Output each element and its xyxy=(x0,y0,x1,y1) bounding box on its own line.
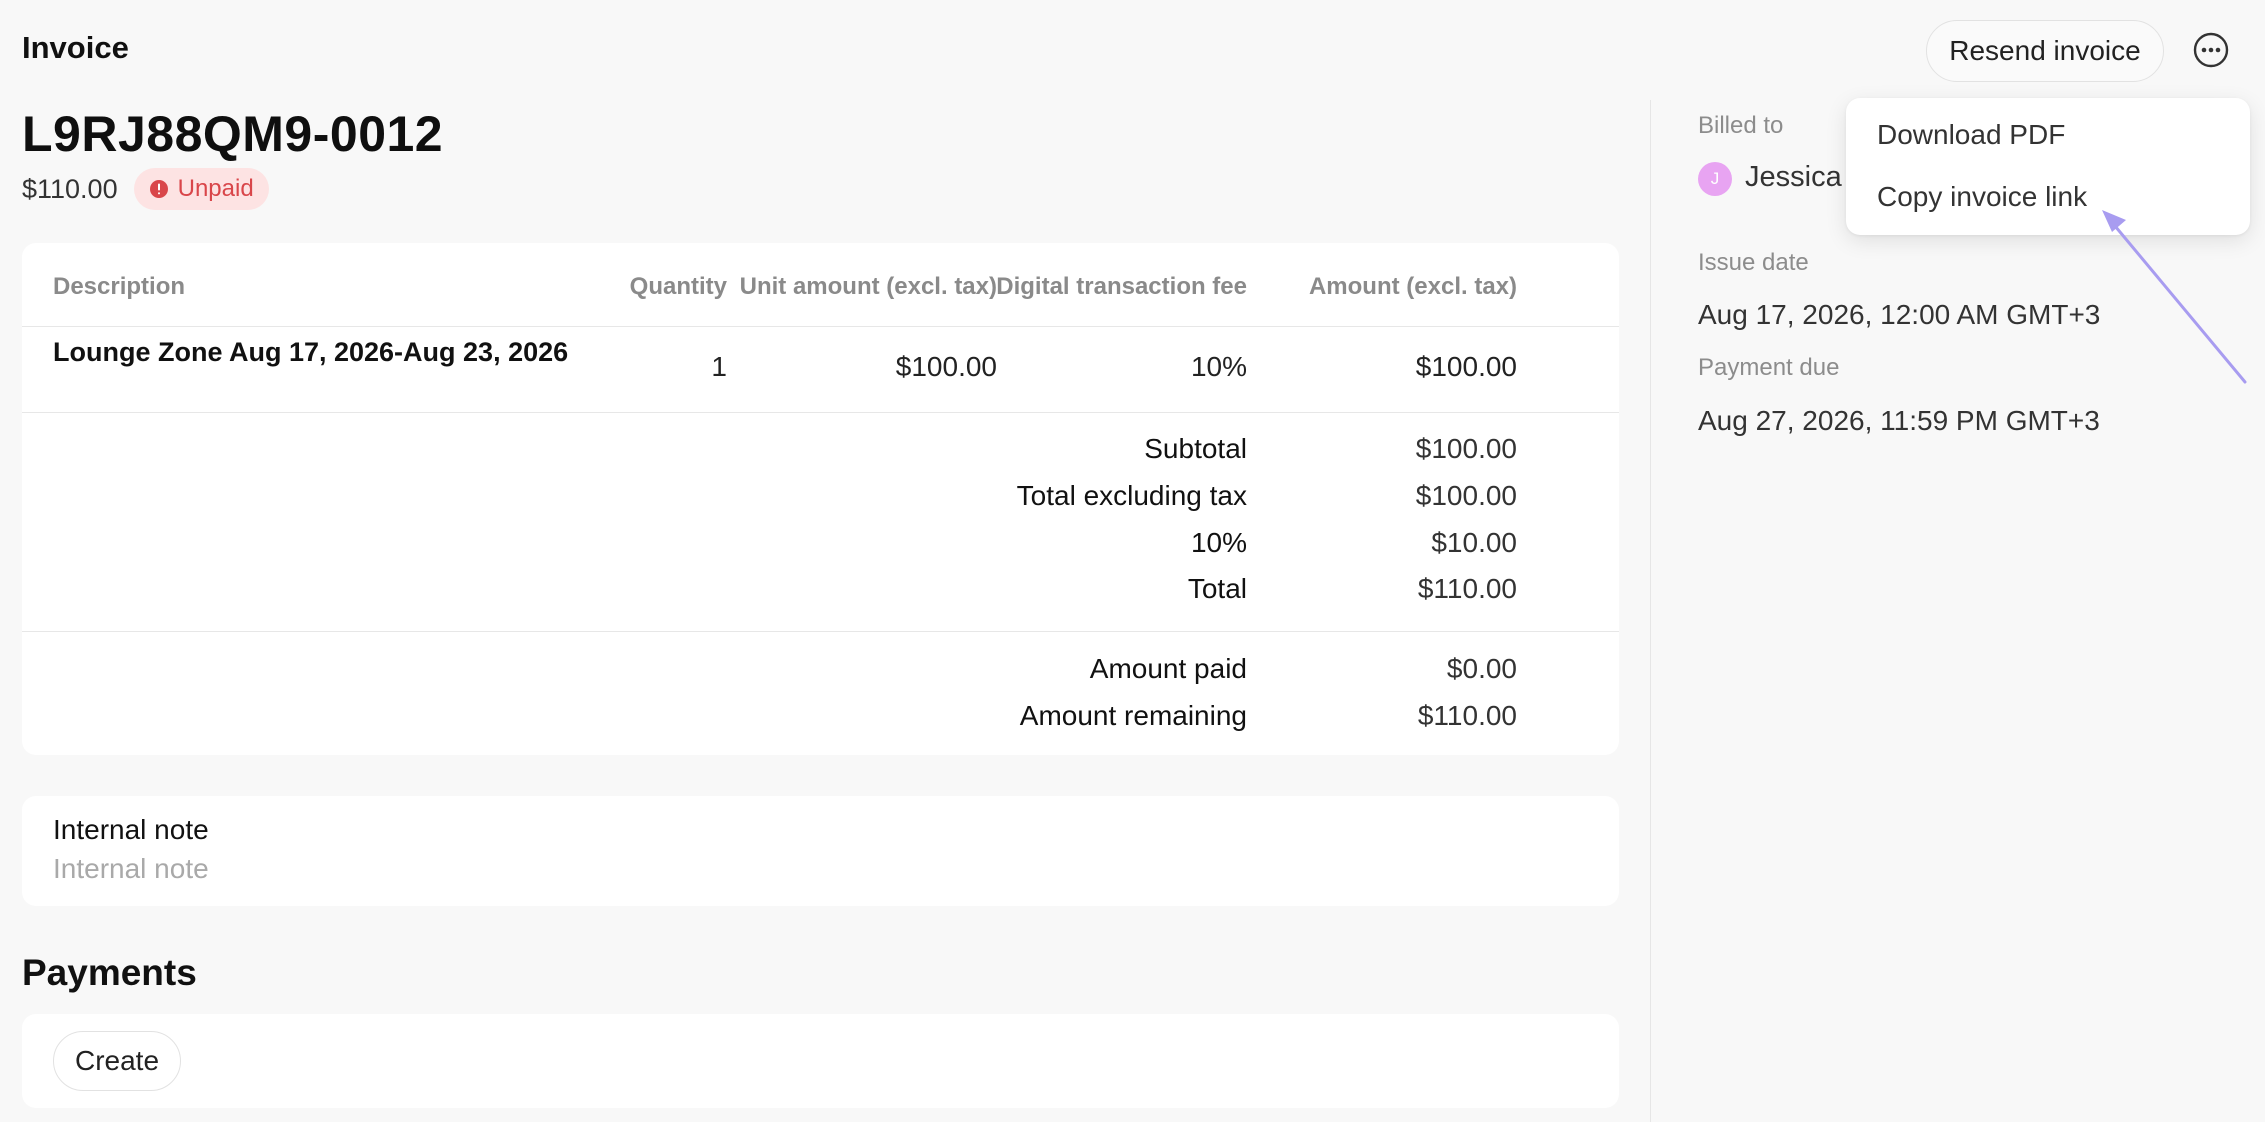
divider xyxy=(22,412,1619,413)
divider xyxy=(22,326,1619,327)
avatar: J xyxy=(1698,162,1732,196)
payments-heading: Payments xyxy=(22,952,197,993)
item-unit-amount: $100.00 xyxy=(895,351,997,382)
summary-value-amount-remaining: $110.00 xyxy=(1417,700,1517,731)
sidebar-divider xyxy=(1650,100,1651,1122)
summary-value-total-excl-tax: $100.00 xyxy=(1415,480,1517,511)
internal-note-input[interactable]: Internal note xyxy=(53,853,209,885)
invoice-page: Invoice Resend invoice L9RJ88QM9-0012 $1… xyxy=(0,0,2265,1122)
summary-label-total: Total xyxy=(1187,573,1247,604)
invoice-total-amount: $110.00 xyxy=(22,173,118,204)
summary-value-amount-paid: $0.00 xyxy=(1446,653,1517,684)
create-payment-button[interactable]: Create xyxy=(53,1031,181,1091)
billed-to-label: Billed to xyxy=(1698,112,1784,139)
column-header-amount: Amount (excl. tax) xyxy=(1308,273,1517,300)
page-title: Invoice xyxy=(22,30,129,65)
alert-icon xyxy=(149,180,168,198)
issue-date-value: Aug 17, 2026, 12:00 AM GMT+3 xyxy=(1698,299,2101,330)
column-header-unit-amount: Unit amount (excl. tax) xyxy=(739,273,997,300)
summary-label-subtotal: Subtotal xyxy=(1144,433,1247,464)
summary-value-tax: $10.00 xyxy=(1431,527,1517,558)
divider xyxy=(22,631,1619,632)
invoice-number: L9RJ88QM9-0012 xyxy=(22,106,444,162)
menu-item-download-pdf[interactable]: Download PDF xyxy=(1877,119,2065,151)
column-header-description: Description xyxy=(53,273,186,300)
summary-label-amount-paid: Amount paid xyxy=(1089,653,1247,684)
summary-label-total-excl-tax: Total excluding tax xyxy=(1016,480,1247,511)
header: Invoice Resend invoice xyxy=(0,0,2265,100)
payment-due-value: Aug 27, 2026, 11:59 PM GMT+3 xyxy=(1698,405,2100,436)
ellipsis-circle-icon xyxy=(2193,32,2229,68)
summary-value-total: $110.00 xyxy=(1417,573,1517,604)
billed-to-name[interactable]: Jessica xyxy=(1745,161,1842,194)
more-options-button[interactable] xyxy=(2189,28,2233,72)
column-header-fee: Digital transaction fee xyxy=(996,273,1247,300)
payments-card: Create xyxy=(22,1014,1619,1108)
line-items-card: Description Quantity Unit amount (excl. … xyxy=(22,243,1619,755)
summary-value-subtotal: $100.00 xyxy=(1415,433,1517,464)
summary-label-tax: 10% xyxy=(1190,527,1247,558)
internal-note-label: Internal note xyxy=(53,814,209,845)
pointer-arrow-icon xyxy=(2102,210,2247,384)
status-badge: Unpaid xyxy=(133,168,269,210)
internal-note-card[interactable]: Internal note Internal note xyxy=(22,796,1619,906)
menu-item-copy-invoice-link[interactable]: Copy invoice link xyxy=(1877,181,2087,213)
summary-label-amount-remaining: Amount remaining xyxy=(1019,700,1247,731)
item-amount: $100.00 xyxy=(1415,351,1517,382)
item-quantity: 1 xyxy=(711,351,727,382)
item-description: Lounge Zone Aug 17, 2026-Aug 23, 2026 xyxy=(53,337,569,367)
resend-invoice-button[interactable]: Resend invoice xyxy=(1926,20,2164,82)
issue-date-label: Issue date xyxy=(1698,249,1809,276)
column-header-quantity: Quantity xyxy=(629,273,727,300)
status-badge-label: Unpaid xyxy=(177,175,254,202)
invoice-amount-row: $110.00 Unpaid xyxy=(22,168,269,210)
item-fee: 10% xyxy=(1190,351,1247,382)
payment-due-label: Payment due xyxy=(1698,354,1840,381)
